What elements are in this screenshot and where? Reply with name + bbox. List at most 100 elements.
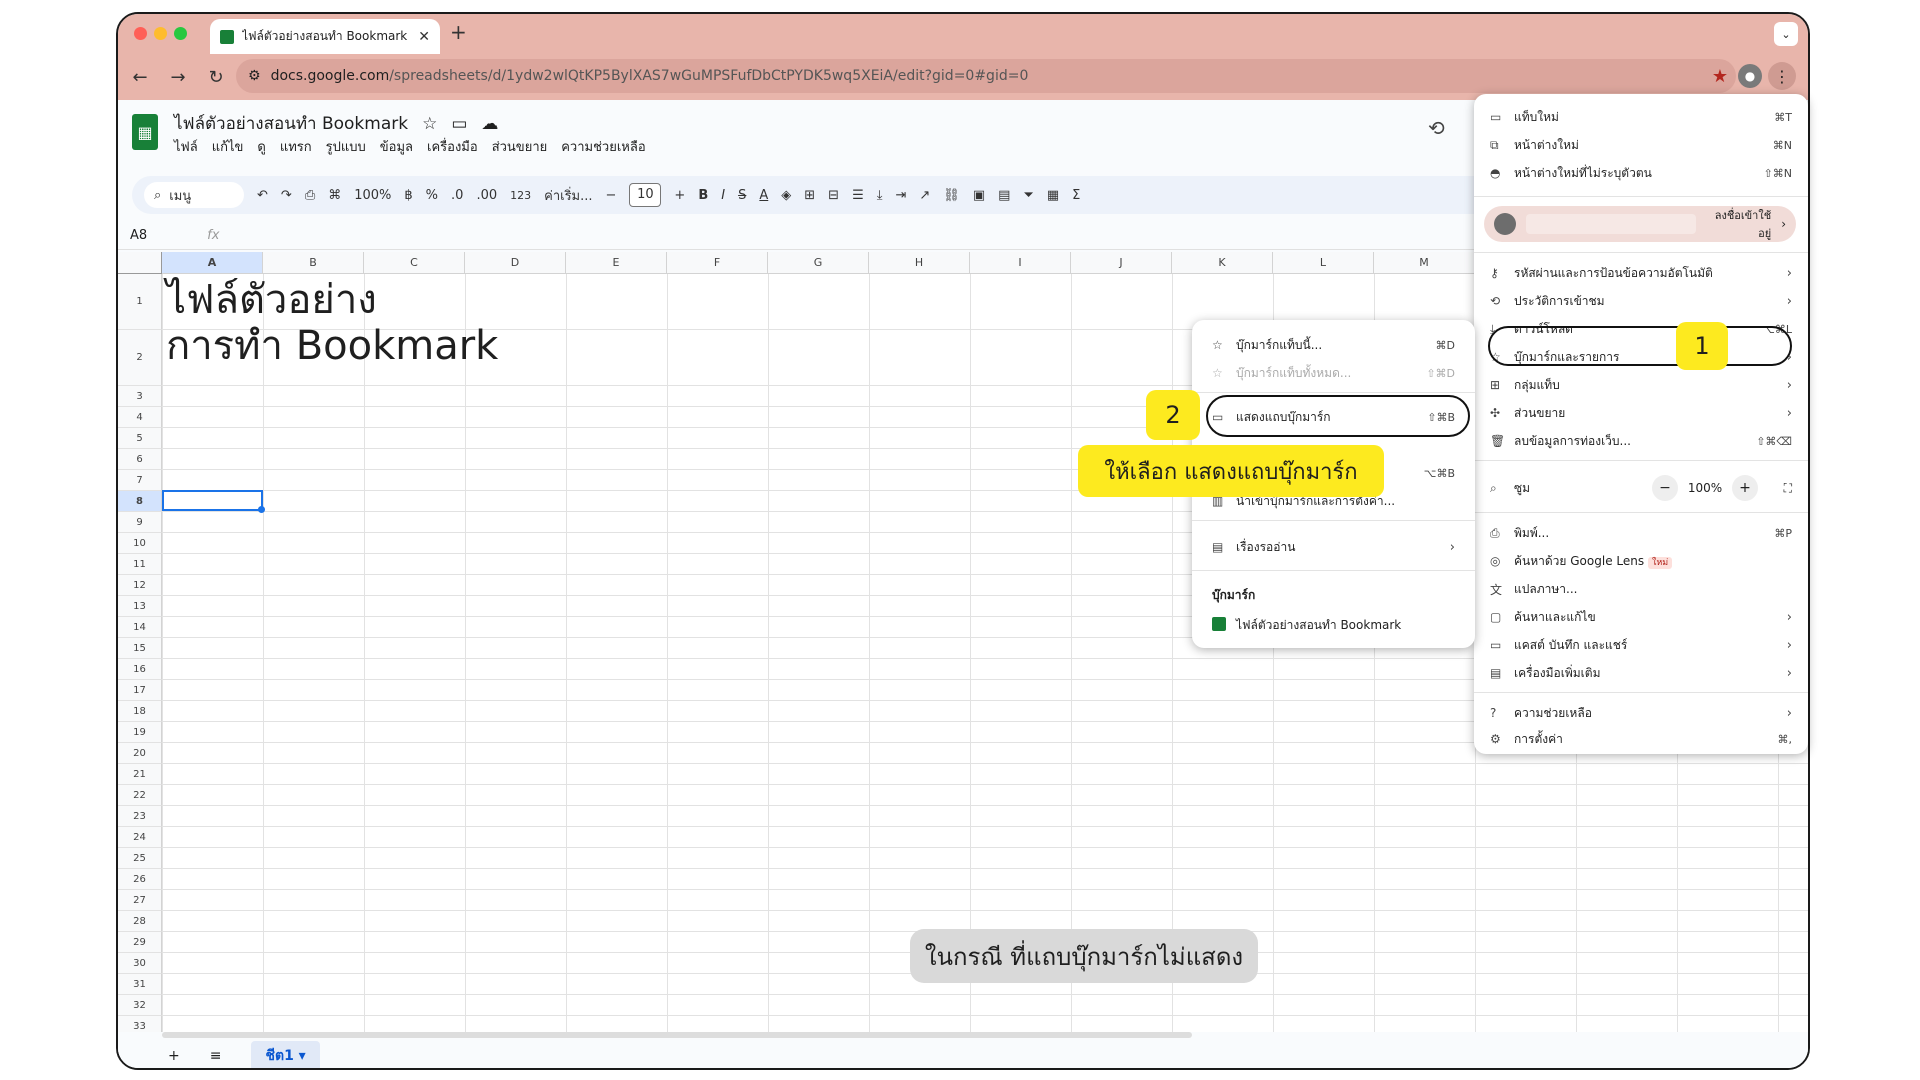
link-icon[interactable]: ⛓: [943, 188, 960, 203]
browser-tab[interactable]: ไฟล์ตัวอย่างสอนทำ Bookmark - ✕: [210, 19, 440, 54]
menu-translate[interactable]: 文แปลภาษา...: [1474, 576, 1808, 602]
row-header[interactable]: 9: [118, 512, 162, 533]
select-all-corner[interactable]: [118, 252, 162, 274]
reload-icon[interactable]: ↻: [206, 67, 226, 88]
row-header[interactable]: 16: [118, 659, 162, 680]
row-header[interactable]: 8: [118, 491, 162, 512]
row-header[interactable]: 20: [118, 743, 162, 764]
column-header[interactable]: D: [465, 252, 566, 274]
forward-icon[interactable]: →: [168, 67, 188, 88]
row-header[interactable]: 27: [118, 890, 162, 911]
bookmark-all-tabs[interactable]: ☆ บุ๊กมาร์กแท็บทั้งหมด... ⇧⌘D: [1192, 360, 1475, 386]
filter-views-icon[interactable]: ▦: [1047, 188, 1059, 203]
menubar-item[interactable]: รูปแบบ: [326, 136, 366, 157]
zoom-in-button[interactable]: +: [1732, 475, 1758, 501]
column-header[interactable]: C: [364, 252, 465, 274]
menu-search[interactable]: ⌕ เมนู: [144, 182, 244, 208]
all-sheets-button[interactable]: ≡: [210, 1048, 222, 1064]
column-header[interactable]: K: [1172, 252, 1273, 274]
column-header[interactable]: G: [768, 252, 869, 274]
sheets-logo-icon[interactable]: ▦: [132, 114, 158, 150]
menubar-item[interactable]: ดู: [257, 136, 265, 157]
row-header[interactable]: 12: [118, 575, 162, 596]
row-header[interactable]: 1: [118, 274, 162, 330]
menu-history[interactable]: ⟲ ประวัติการเข้าชม ›: [1474, 288, 1808, 314]
menu-new-tab[interactable]: ▭ แท็บใหม่ ⌘T: [1474, 104, 1808, 130]
site-info-icon[interactable]: ⚙: [248, 68, 261, 84]
row-header[interactable]: 3: [118, 386, 162, 407]
row-header[interactable]: 14: [118, 617, 162, 638]
column-header[interactable]: A: [162, 252, 263, 274]
maximize-window-button[interactable]: [174, 27, 187, 40]
number-format-button[interactable]: 123: [510, 189, 531, 202]
font-size-increase-button[interactable]: +: [674, 188, 685, 203]
add-sheet-button[interactable]: +: [168, 1048, 180, 1064]
bookmark-this-tab[interactable]: ☆ บุ๊กมาร์กแท็บนี้... ⌘D: [1192, 332, 1475, 358]
increase-decimal-button[interactable]: .00: [476, 188, 497, 203]
star-icon[interactable]: ☆: [422, 114, 437, 134]
menubar-item[interactable]: แก้ไข: [212, 136, 244, 157]
text-wrap-icon[interactable]: ⇥: [895, 188, 906, 203]
font-size-input[interactable]: 10: [629, 183, 662, 207]
cloud-status-icon[interactable]: ☁: [481, 114, 498, 134]
bookmark-item[interactable]: ไฟล์ตัวอย่างสอนทำ Bookmark: [1192, 612, 1475, 638]
menu-tab-groups[interactable]: ⊞ กลุ่มแท็บ ›: [1474, 372, 1808, 398]
row-header[interactable]: 29: [118, 932, 162, 953]
new-tab-button[interactable]: +: [450, 20, 467, 44]
menu-clear-data[interactable]: 🗑 ลบข้อมูลการท่องเว็บ... ⇧⌘⌫: [1474, 428, 1808, 454]
menu-extensions[interactable]: ✣ ส่วนขยาย ›: [1474, 400, 1808, 426]
currency-button[interactable]: ฿: [404, 188, 412, 203]
profile-avatar-icon[interactable]: ●: [1738, 64, 1762, 88]
sheet-tab[interactable]: ชีต1 ▾: [251, 1041, 320, 1068]
filter-icon[interactable]: ⏷: [1023, 188, 1033, 203]
menubar-item[interactable]: แทรก: [280, 136, 312, 157]
menu-google-lens[interactable]: ◎ ค้นหาด้วย Google Lens ใหม่: [1474, 548, 1808, 574]
column-header[interactable]: J: [1071, 252, 1172, 274]
zoom-out-button[interactable]: −: [1652, 475, 1678, 501]
tab-search-button[interactable]: ⌄: [1774, 22, 1798, 46]
menu-print[interactable]: ⎙ พิมพ์... ⌘P: [1474, 520, 1808, 546]
row-header[interactable]: 18: [118, 701, 162, 722]
menubar-item[interactable]: ส่วนขยาย: [492, 136, 548, 157]
close-window-button[interactable]: [134, 27, 147, 40]
row-header[interactable]: 30: [118, 953, 162, 974]
cell-reference-box[interactable]: A8: [130, 228, 147, 243]
row-header[interactable]: 10: [118, 533, 162, 554]
row-header[interactable]: 32: [118, 995, 162, 1016]
row-header[interactable]: 15: [118, 638, 162, 659]
column-header[interactable]: E: [566, 252, 667, 274]
row-header[interactable]: 11: [118, 554, 162, 575]
cell-a2[interactable]: การทำ Bookmark: [166, 318, 498, 374]
paint-format-icon[interactable]: ⌘: [328, 188, 341, 203]
align-icon[interactable]: ☰: [852, 188, 864, 203]
text-color-button[interactable]: A: [759, 188, 768, 203]
column-header[interactable]: B: [263, 252, 364, 274]
menubar-item[interactable]: ความช่วยเหลือ: [561, 136, 645, 157]
column-header[interactable]: M: [1374, 252, 1475, 274]
back-icon[interactable]: ←: [130, 67, 150, 88]
row-header[interactable]: 28: [118, 911, 162, 932]
row-header[interactable]: 31: [118, 974, 162, 995]
font-size-decrease-button[interactable]: −: [606, 188, 617, 203]
row-header[interactable]: 23: [118, 806, 162, 827]
fullscreen-icon[interactable]: ⛶: [1758, 481, 1792, 496]
menu-find-edit[interactable]: ▢ ค้นหาและแก้ไข ›: [1474, 604, 1808, 630]
selected-cell-a8[interactable]: [162, 490, 263, 511]
row-header[interactable]: 6: [118, 449, 162, 470]
menubar-item[interactable]: เครื่องมือ: [427, 136, 478, 157]
menubar-item[interactable]: ไฟล์: [174, 136, 198, 157]
chart-icon[interactable]: ▤: [998, 188, 1010, 203]
zoom-select[interactable]: 100%: [354, 188, 391, 203]
row-header[interactable]: 26: [118, 869, 162, 890]
menu-settings[interactable]: ⚙ การตั้งค่า ⌘,: [1474, 726, 1808, 752]
comment-icon[interactable]: ▣: [973, 188, 985, 203]
menu-passwords[interactable]: ⚷ รหัสผ่านและการป้อนข้อความอัตโนมัติ ›: [1474, 260, 1808, 286]
row-header[interactable]: 4: [118, 407, 162, 428]
reading-list[interactable]: ▤ เรื่องรออ่าน ›: [1192, 534, 1475, 560]
row-header[interactable]: 22: [118, 785, 162, 806]
horizontal-scrollbar[interactable]: [162, 1032, 1192, 1038]
fill-color-icon[interactable]: ◈: [781, 188, 791, 203]
column-header[interactable]: F: [667, 252, 768, 274]
text-rotation-icon[interactable]: ↗: [919, 188, 930, 203]
font-select[interactable]: ค่าเริ่ม...: [544, 185, 592, 206]
